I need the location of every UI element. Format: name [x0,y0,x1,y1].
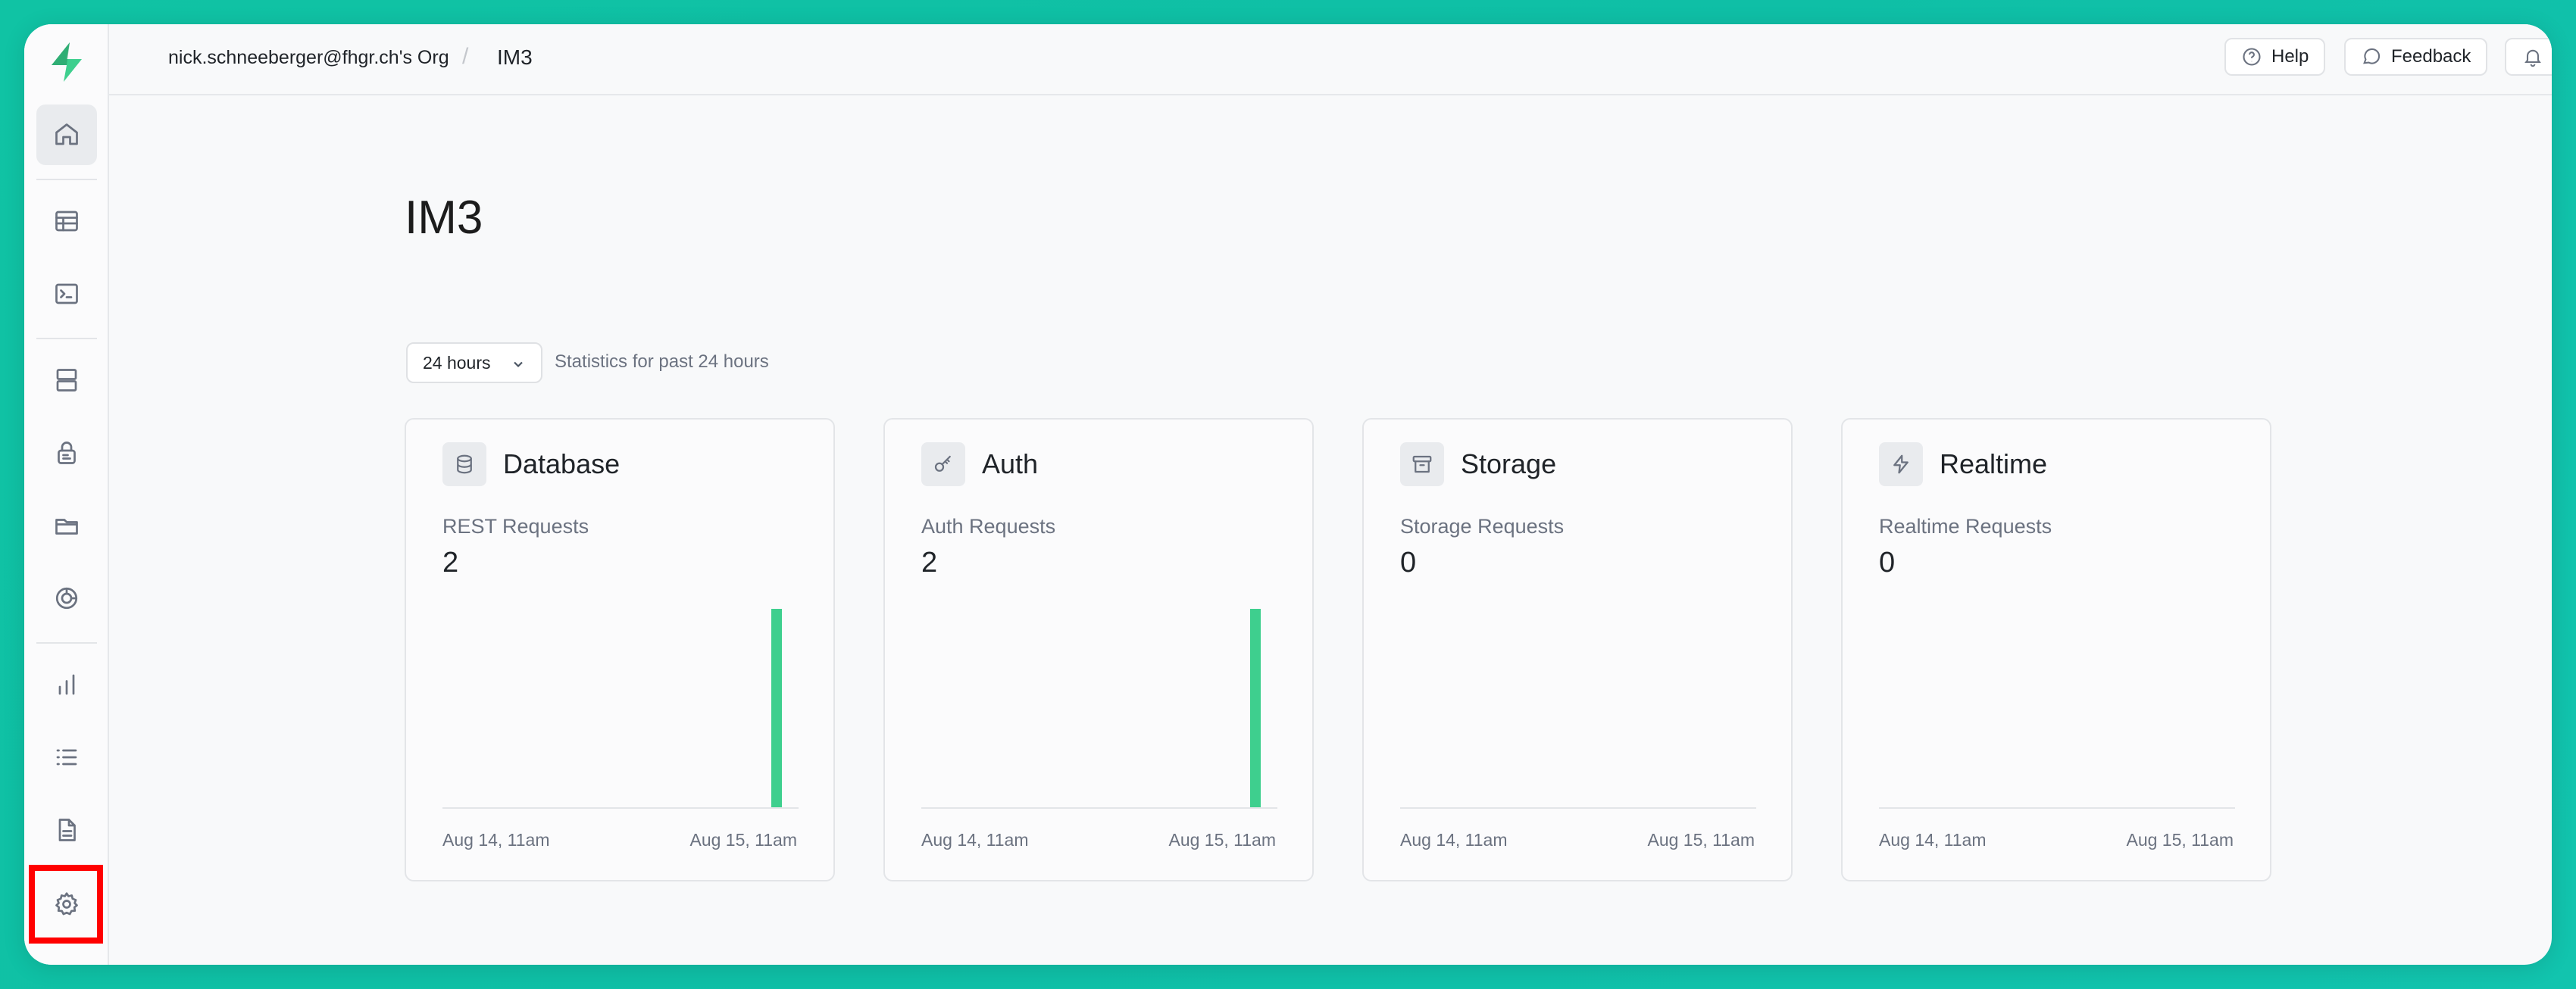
card-metric-value: 2 [921,547,938,579]
breadcrumb-separator: / [462,44,469,69]
chart-axis-start: Aug 14, 11am [1400,830,1508,850]
sidebar-item-home[interactable] [36,105,97,165]
chart-axis-end: Aug 15, 11am [1168,830,1276,850]
sidebar-item-authentication[interactable] [36,423,97,483]
document-icon [58,819,76,841]
period-caption: Statistics for past 24 hours [555,351,769,372]
chart-axis-end: Aug 15, 11am [1647,830,1755,850]
card-icon-wrap [921,442,965,486]
card-icon-wrap [1879,442,1923,486]
chart-baseline [1879,807,2235,809]
sidebar-item-edge-functions[interactable] [36,568,97,629]
sidebar-item-sql-editor[interactable] [36,264,97,324]
chart-axis-start: Aug 14, 11am [921,830,1029,850]
period-select-value: 24 hours [423,352,491,373]
feedback-label: Feedback [2391,46,2471,67]
card-title: Storage [1461,448,1557,479]
card-icon-wrap [442,442,486,486]
card-title: Database [503,448,621,479]
chevron-down-icon [514,361,523,368]
card-realtime[interactable]: Realtime Realtime Requests 0 Aug 14, 11a… [1841,418,2271,881]
sidebar-item-reports[interactable] [36,654,97,715]
chart-baseline [921,807,1277,809]
terminal-icon [55,283,78,304]
functions-icon [55,587,78,610]
list-icon [56,749,77,766]
card-metric-label: REST Requests [442,515,589,538]
card-chart [1879,609,2235,809]
sidebar-item-logs[interactable] [36,727,97,788]
sidebar [24,24,109,965]
notifications-button[interactable] [2505,38,2552,76]
storage-icon [55,519,78,535]
chart-bar [771,609,782,807]
top-bar: nick.schneeberger@fhgr.ch's Org / IM3 He… [109,24,2552,95]
card-icon-wrap [1400,442,1444,486]
archive-icon [1412,455,1432,473]
message-icon [2363,48,2381,64]
chart-bar [1249,609,1261,807]
feedback-button[interactable]: Feedback [2344,38,2488,76]
card-chart [442,609,799,809]
card-metric-label: Realtime Requests [1879,515,2052,538]
help-label: Help [2271,46,2309,67]
help-circle-icon [2243,48,2261,66]
card-metric-value: 0 [1400,547,1417,579]
card-metric-label: Storage Requests [1400,515,1565,538]
card-title: Auth [982,448,1039,479]
chart-axis-start: Aug 14, 11am [442,830,550,850]
auth-icon [58,441,76,464]
card-chart [921,609,1277,809]
sidebar-divider [36,642,97,644]
sidebar-item-storage[interactable] [36,495,97,556]
lightning-icon [1893,454,1909,474]
card-database[interactable]: Database REST Requests 2 Aug 14, 11am Au… [405,418,835,881]
table-icon [55,211,78,232]
chart-axis-end: Aug 15, 11am [2126,830,2234,850]
card-metric-value: 2 [442,547,459,579]
sidebar-item-api-docs[interactable] [36,800,97,860]
database-icon [457,454,472,474]
bell-icon [2524,49,2541,67]
card-auth[interactable]: Auth Auth Requests 2 Aug 14, 11am Aug 15… [883,418,1314,881]
sidebar-divider [36,338,97,339]
page-title: IM3 [405,192,483,244]
chart-axis-end: Aug 15, 11am [689,830,797,850]
key-icon [934,455,951,472]
card-title: Realtime [1940,448,2048,479]
sidebar-divider [36,179,97,180]
card-metric-value: 0 [1879,547,1896,579]
sidebar-item-database[interactable] [36,350,97,410]
breadcrumb-org[interactable]: nick.schneeberger@fhgr.ch's Org [168,47,449,69]
home-icon [55,123,78,145]
help-button[interactable]: Help [2224,38,2326,76]
supabase-logo-icon[interactable] [45,39,88,85]
chart-baseline [1400,807,1756,809]
card-chart [1400,609,1756,809]
chart-axis-start: Aug 14, 11am [1879,830,1987,850]
sidebar-item-table-editor[interactable] [36,191,97,251]
breadcrumb-project[interactable]: IM3 [497,45,533,70]
app-window: nick.schneeberger@fhgr.ch's Org / IM3 He… [24,24,2552,965]
bar-chart-icon [58,674,75,695]
card-metric-label: Auth Requests [921,515,1056,538]
chart-baseline [442,807,799,809]
card-storage[interactable]: Storage Storage Requests 0 Aug 14, 11am … [1362,418,1793,881]
settings-highlight-box [29,865,103,944]
period-select[interactable]: 24 hours [406,342,542,383]
database-rows-icon [56,369,77,392]
